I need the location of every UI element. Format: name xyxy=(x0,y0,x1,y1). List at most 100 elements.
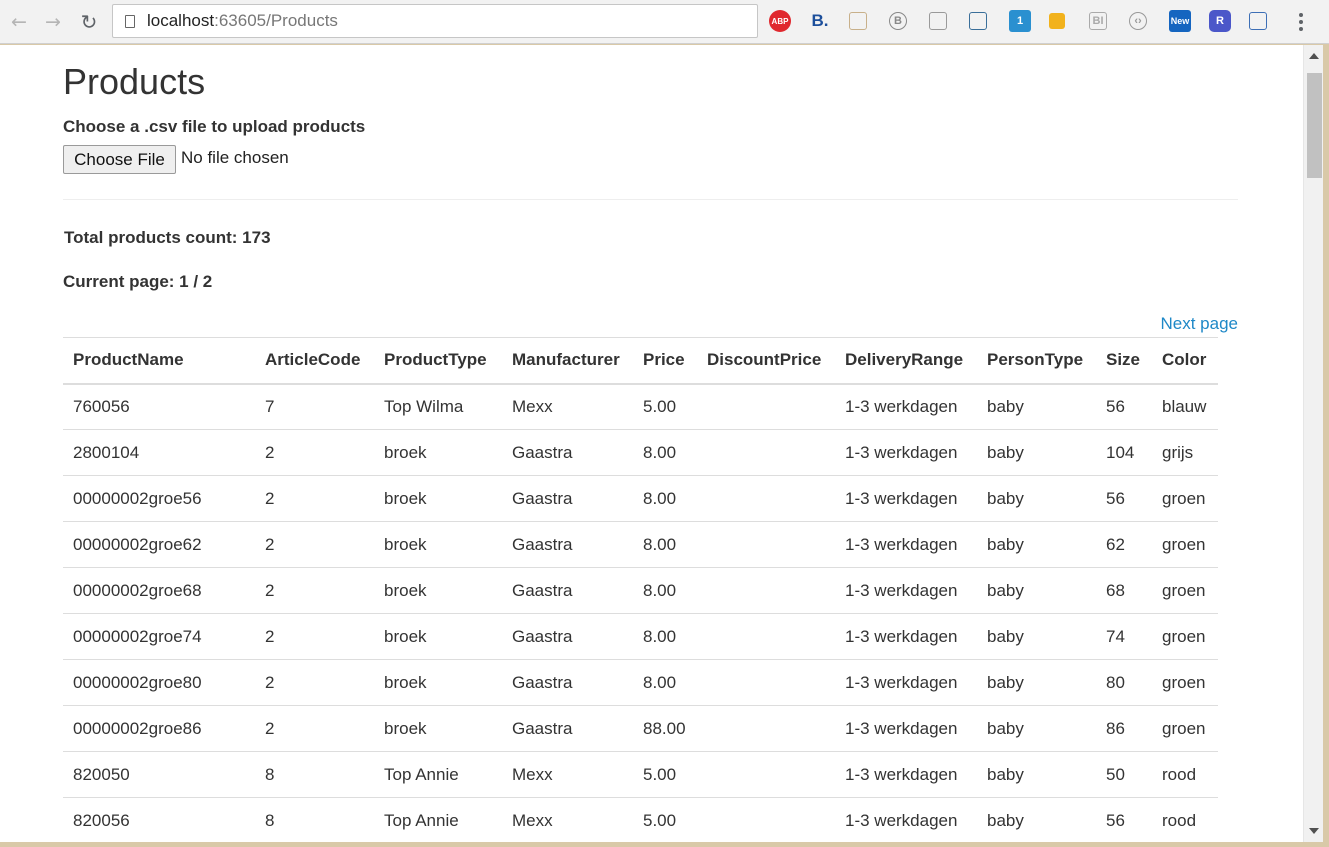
table-cell: Mexx xyxy=(502,383,633,430)
table-cell: 1-3 werkdagen xyxy=(835,429,977,476)
scroll-thumb[interactable] xyxy=(1307,73,1322,178)
table-cell: 2 xyxy=(255,705,374,752)
r-extension-icon[interactable]: R xyxy=(1209,10,1231,32)
table-cell xyxy=(697,751,835,798)
table-cell: baby xyxy=(977,475,1096,522)
table-cell: Gaastra xyxy=(502,567,633,614)
table-cell: baby xyxy=(977,797,1096,842)
current-page-text: Current page: 1 / 2 xyxy=(63,272,213,291)
table-header-row: ProductName ArticleCode ProductType Manu… xyxy=(63,337,1218,385)
scroll-up-icon[interactable] xyxy=(1309,53,1319,59)
table-cell: grijs xyxy=(1152,429,1218,476)
table-cell: 00000002groe86 xyxy=(63,705,255,752)
products-table: ProductName ArticleCode ProductType Manu… xyxy=(63,337,1218,842)
table-cell: 8.00 xyxy=(633,429,697,476)
table-cell: 8.00 xyxy=(633,567,697,614)
table-cell: Top Wilma xyxy=(374,383,502,430)
table-cell: 74 xyxy=(1096,613,1152,660)
table-cell xyxy=(697,705,835,752)
table-cell: Gaastra xyxy=(502,705,633,752)
total-count-text: Total products count: 173 xyxy=(64,228,271,247)
table-cell: 8.00 xyxy=(633,475,697,522)
next-page-link[interactable]: Next page xyxy=(1161,314,1239,334)
table-cell: 104 xyxy=(1096,429,1152,476)
circle-b-extension-icon[interactable]: B xyxy=(889,12,907,30)
table-cell: 2800104 xyxy=(63,429,255,476)
table-cell: Top Annie xyxy=(374,797,502,842)
dots-extension-icon[interactable] xyxy=(1249,12,1267,30)
table-cell: 56 xyxy=(1096,475,1152,522)
table-row: 00000002groe74 2 broek Gaastra 8.00 1-3 werkd… xyxy=(63,613,1218,660)
window-frame xyxy=(0,842,1329,847)
browser-menu-icon[interactable] xyxy=(1293,9,1309,35)
window-frame xyxy=(1323,45,1329,847)
table-cell: rood xyxy=(1152,751,1218,798)
column-header: ProductName xyxy=(63,337,255,385)
puzzle-extension-icon[interactable] xyxy=(1049,13,1065,29)
table-cell: 68 xyxy=(1096,567,1152,614)
table-cell xyxy=(697,659,835,706)
table-cell: 5.00 xyxy=(633,383,697,430)
table-cell: broek xyxy=(374,521,502,568)
adblock-plus-icon[interactable]: ABP xyxy=(769,10,791,32)
table-cell: 2 xyxy=(255,429,374,476)
table-cell: 00000002groe80 xyxy=(63,659,255,706)
table-cell: baby xyxy=(977,751,1096,798)
table-cell: 1-3 werkdagen xyxy=(835,705,977,752)
table-cell xyxy=(697,567,835,614)
table-cell: 88.00 xyxy=(633,705,697,752)
table-cell: 00000002groe68 xyxy=(63,567,255,614)
table-cell: 2 xyxy=(255,521,374,568)
column-header: DiscountPrice xyxy=(697,337,835,385)
choose-file-button[interactable]: Choose File xyxy=(63,145,176,174)
table-cell: Mexx xyxy=(502,797,633,842)
table-row: 2800104 2 broek Gaastra 8.00 1-3 werkdagen bab… xyxy=(63,429,1218,476)
table-cell: baby xyxy=(977,705,1096,752)
table-cell: Top Annie xyxy=(374,751,502,798)
table-cell: rood xyxy=(1152,797,1218,842)
avatar-extension-icon[interactable] xyxy=(849,12,867,30)
table-row: 820056 8 Top Annie Mexx 5.00 1-3 werkdagen bab… xyxy=(63,797,1218,842)
forward-arrow-icon[interactable]: → xyxy=(40,9,66,35)
table-row: 00000002groe86 2 broek Gaastra 88.00 1-3 werk… xyxy=(63,705,1218,752)
table-cell: 760056 xyxy=(63,383,255,430)
b-extension-icon[interactable]: B. xyxy=(809,10,831,32)
table-cell: Mexx xyxy=(502,751,633,798)
upload-label: Choose a .csv file to upload products xyxy=(63,117,366,136)
table-cell: 00000002groe56 xyxy=(63,475,255,522)
column-header: Size xyxy=(1096,337,1152,385)
code-extension-icon[interactable]: ‹› xyxy=(1129,12,1147,30)
reload-icon[interactable]: ↻ xyxy=(76,9,102,35)
url-text: localhost:63605/Products xyxy=(147,11,338,30)
table-cell: 1-3 werkdagen xyxy=(835,567,977,614)
table-cell: 1-3 werkdagen xyxy=(835,659,977,706)
column-header: DeliveryRange xyxy=(835,337,977,385)
table-cell: broek xyxy=(374,429,502,476)
table-cell: 00000002groe62 xyxy=(63,521,255,568)
page-viewport: Products Choose a .csv file to upload pr… xyxy=(0,45,1303,842)
table-cell: groen xyxy=(1152,567,1218,614)
back-arrow-icon[interactable]: ← xyxy=(6,9,32,35)
page-title: Products xyxy=(63,61,206,102)
table-cell: blauw xyxy=(1152,383,1218,430)
bug-extension-icon[interactable] xyxy=(969,12,987,30)
new-extension-icon[interactable]: New xyxy=(1169,10,1191,32)
camera-extension-icon[interactable]: 1 xyxy=(1009,10,1031,32)
table-cell: 56 xyxy=(1096,383,1152,430)
table-cell: broek xyxy=(374,659,502,706)
table-cell: 2 xyxy=(255,475,374,522)
table-cell: 62 xyxy=(1096,521,1152,568)
table-cell: broek xyxy=(374,613,502,660)
document-extension-icon[interactable] xyxy=(929,12,947,30)
table-cell: 86 xyxy=(1096,705,1152,752)
table-cell: 1-3 werkdagen xyxy=(835,521,977,568)
table-row: 00000002groe62 2 broek Gaastra 8.00 1-3 werkd… xyxy=(63,521,1218,568)
table-cell: 5.00 xyxy=(633,797,697,842)
vertical-scrollbar[interactable] xyxy=(1303,45,1323,842)
scroll-down-icon[interactable] xyxy=(1309,828,1319,834)
address-bar[interactable]: localhost:63605/Products xyxy=(112,4,758,38)
table-cell: baby xyxy=(977,659,1096,706)
bi-extension-icon[interactable]: BI xyxy=(1089,12,1107,30)
column-header: ProductType xyxy=(374,337,502,385)
table-cell: broek xyxy=(374,567,502,614)
